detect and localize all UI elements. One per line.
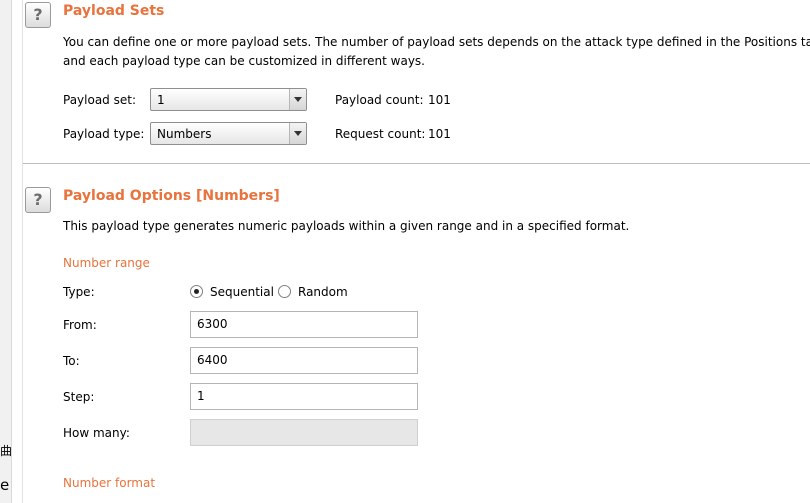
panel-border: [22, 0, 23, 503]
help-icon[interactable]: ?: [25, 2, 51, 28]
chevron-down-icon[interactable]: [289, 89, 306, 110]
sequential-radio[interactable]: [190, 285, 203, 298]
payload-sets-description-line1: You can define one or more payload sets.…: [63, 35, 810, 49]
number-range-heading: Number range: [63, 256, 150, 270]
payload-sets-title: Payload Sets: [63, 3, 165, 19]
number-format-heading: Number format: [63, 476, 156, 490]
payload-sets-description-line2: and each payload type can be customized …: [63, 54, 425, 68]
payload-options-title: Payload Options [Numbers]: [63, 188, 280, 204]
section-divider: [23, 163, 810, 164]
payload-type-dropdown[interactable]: Numbers: [150, 122, 307, 145]
how-many-label: How many:: [63, 426, 130, 440]
to-input[interactable]: 6400: [190, 347, 418, 374]
payload-options-description: This payload type generates numeric payl…: [63, 219, 630, 233]
step-label: Step:: [63, 390, 95, 404]
gutter-glyph: 曲: [0, 444, 13, 458]
payload-count-label: Payload count:: [335, 93, 424, 107]
type-label: Type:: [63, 285, 95, 299]
chevron-down-icon[interactable]: [289, 123, 306, 144]
sequential-label[interactable]: Sequential: [210, 285, 274, 299]
payload-type-value: Numbers: [157, 127, 212, 141]
how-many-input: [190, 419, 418, 446]
request-count-value: 101: [428, 127, 451, 141]
random-radio[interactable]: [278, 285, 291, 298]
gutter-glyph: e: [0, 476, 10, 494]
payload-set-dropdown[interactable]: 1: [150, 88, 307, 111]
from-label: From:: [63, 318, 97, 332]
random-label[interactable]: Random: [298, 285, 348, 299]
payload-type-label: Payload type:: [63, 127, 145, 141]
from-input[interactable]: 6300: [190, 311, 418, 338]
payload-set-label: Payload set:: [63, 93, 136, 107]
payload-count-value: 101: [428, 93, 451, 107]
left-gutter: 曲 e: [0, 0, 12, 503]
to-label: To:: [63, 354, 80, 368]
request-count-label: Request count:: [335, 127, 426, 141]
payload-set-value: 1: [157, 93, 165, 107]
step-input[interactable]: 1: [190, 383, 418, 410]
help-icon[interactable]: ?: [25, 187, 51, 213]
